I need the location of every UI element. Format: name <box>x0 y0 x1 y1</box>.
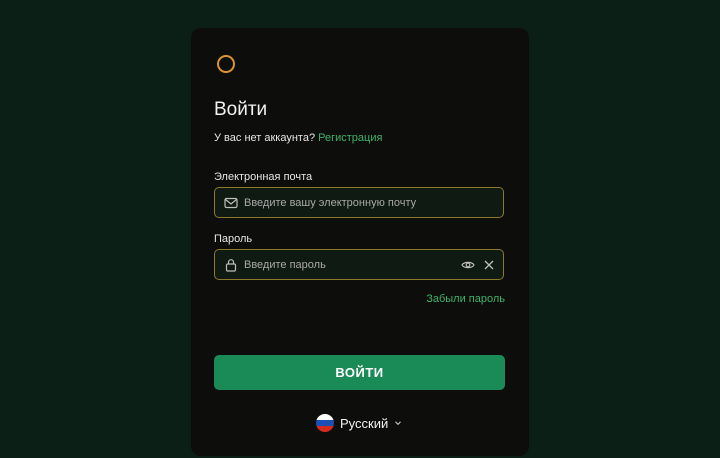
mail-icon <box>224 197 238 209</box>
ring-logo-icon <box>217 55 235 73</box>
password-field[interactable] <box>244 250 454 279</box>
login-button[interactable]: ВОЙТИ <box>214 355 505 390</box>
page-title: Войти <box>214 99 268 120</box>
lock-icon <box>225 259 237 272</box>
language-label: Русский <box>340 415 389 431</box>
login-card: Войти У вас нет аккаунта? Регистрация Эл… <box>191 28 529 456</box>
register-link[interactable]: Регистрация <box>318 132 382 144</box>
email-field-wrapper[interactable] <box>214 187 504 218</box>
register-prompt: У вас нет аккаунта? Регистрация <box>214 132 382 144</box>
email-field[interactable] <box>244 188 454 217</box>
flag-stripe <box>316 426 334 432</box>
close-icon[interactable] <box>482 258 496 272</box>
language-selector[interactable]: Русский <box>316 413 402 433</box>
email-label: Электронная почта <box>214 171 313 183</box>
chevron-down-icon <box>395 421 402 426</box>
russia-flag-icon <box>316 414 334 432</box>
forgot-password-link[interactable]: Забыли пароль <box>426 293 505 305</box>
no-account-text: У вас нет аккаунта? <box>214 132 316 144</box>
eye-icon[interactable] <box>461 258 475 272</box>
password-label: Пароль <box>214 233 253 245</box>
password-field-wrapper[interactable] <box>214 249 504 280</box>
